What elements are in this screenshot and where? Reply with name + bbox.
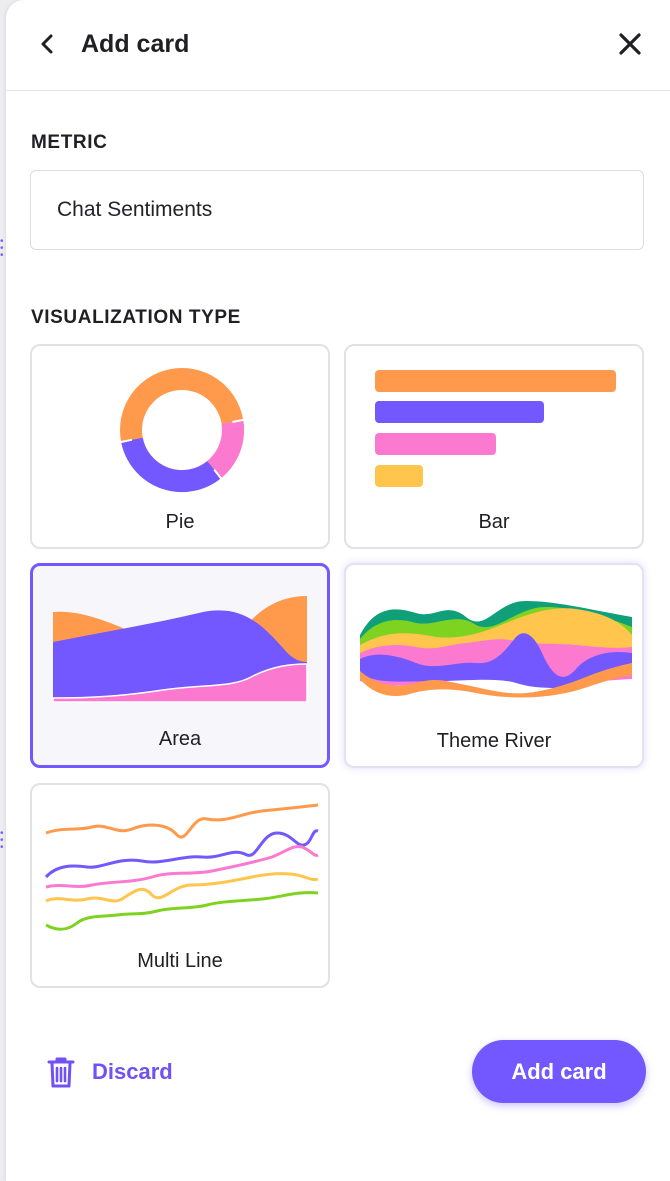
- drawer-title: Add card: [81, 30, 190, 58]
- close-icon: [619, 33, 641, 55]
- viz-option-label: Area: [158, 728, 202, 750]
- add-card-drawer: Add card METRIC Chat Sentiments VISUALIZ…: [6, 0, 670, 1181]
- visualization-type-label: VISUALIZATION TYPE: [31, 307, 241, 328]
- discard-label: Discard: [92, 1059, 173, 1084]
- back-button[interactable]: [32, 28, 64, 60]
- viz-option-label: Theme River: [436, 730, 552, 752]
- metric-select[interactable]: Chat Sentiments: [30, 170, 644, 250]
- viz-option-multi-line[interactable]: Multi Line: [30, 783, 330, 988]
- viz-option-pie[interactable]: Pie: [30, 344, 330, 549]
- metric-value: Chat Sentiments: [57, 198, 213, 221]
- viz-option-area[interactable]: Area: [30, 563, 330, 768]
- drawer-header: Add card: [6, 0, 670, 91]
- viz-option-label: Multi Line: [137, 950, 223, 972]
- chevron-left-icon: [41, 34, 53, 54]
- viz-option-theme-river[interactable]: Theme River: [344, 563, 644, 768]
- discard-button[interactable]: Discard: [46, 1050, 173, 1094]
- trash-icon: [47, 1057, 75, 1088]
- metric-label: METRIC: [31, 132, 108, 153]
- viz-option-label: Bar: [478, 511, 510, 533]
- viz-option-bar[interactable]: Bar: [344, 344, 644, 549]
- close-button[interactable]: [614, 28, 646, 60]
- add-card-button[interactable]: Add card: [472, 1040, 646, 1103]
- viz-option-label: Pie: [165, 511, 195, 533]
